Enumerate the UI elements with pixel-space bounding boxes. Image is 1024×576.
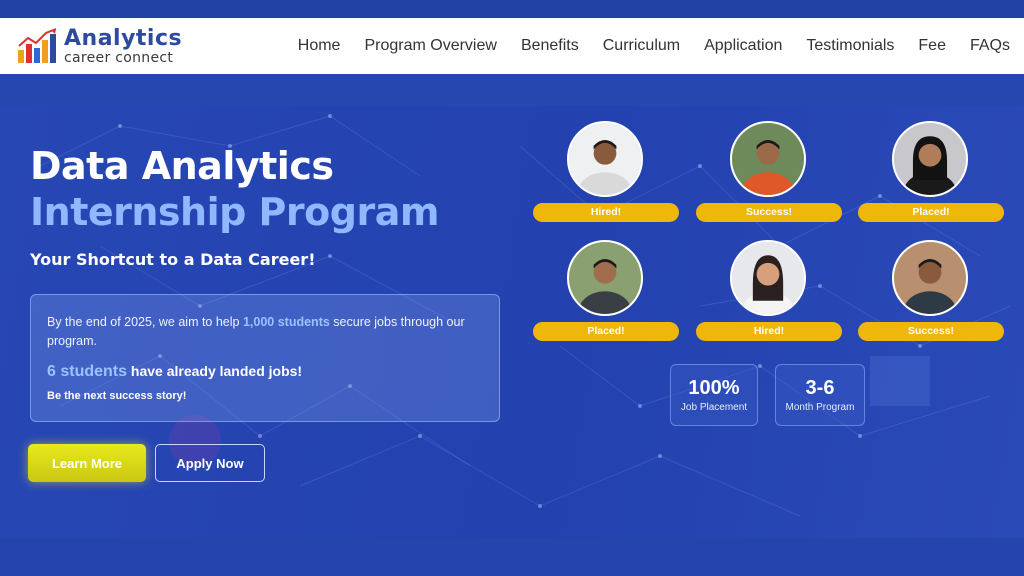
stat-program-duration: 3-6 Month Program: [775, 364, 865, 426]
brand-logo[interactable]: Analytics career connect: [16, 24, 186, 68]
apply-now-button[interactable]: Apply Now: [155, 444, 265, 482]
nav-fee[interactable]: Fee: [918, 37, 946, 55]
goal-text: By the end of 2025, we aim to help 1,000…: [47, 313, 487, 351]
nav-curriculum[interactable]: Curriculum: [603, 37, 680, 55]
student-card: Placed!: [532, 240, 680, 348]
student-card: Placed!: [857, 121, 1005, 229]
hero-title-line2: Internship Program: [30, 190, 439, 234]
stat-value: 100%: [688, 377, 740, 399]
stat-job-placement: 100% Job Placement: [670, 364, 758, 426]
status-badge: Hired!: [696, 322, 842, 341]
student-card: Hired!: [695, 240, 843, 348]
nav-home[interactable]: Home: [298, 37, 341, 55]
program-info-box: By the end of 2025, we aim to help 1,000…: [30, 294, 500, 422]
hero-section: Data Analytics Internship Program Your S…: [0, 106, 1024, 538]
student-photo: [730, 121, 806, 197]
learn-more-button[interactable]: Learn More: [28, 444, 146, 482]
stat-value: 3-6: [805, 377, 835, 399]
status-badge: Placed!: [533, 322, 679, 341]
brand-title: Analytics: [64, 26, 183, 51]
student-card: Hired!: [532, 121, 680, 229]
navbar: Analytics career connect Home Program Ov…: [0, 18, 1024, 74]
hero-bottom-band: [0, 538, 1024, 576]
nav-application[interactable]: Application: [704, 37, 782, 55]
bar-chart-logo-icon: [18, 28, 57, 63]
hero-top-band: [0, 74, 1024, 106]
stat-label: Month Program: [785, 402, 855, 413]
goal-highlight: 1,000 students: [242, 315, 330, 329]
student-card: Success!: [857, 240, 1005, 348]
student-card: Success!: [695, 121, 843, 229]
landed-text: have already landed jobs!: [127, 363, 303, 379]
goal-text-before: By the end of 2025, we aim to help: [47, 315, 243, 329]
nav-testimonials[interactable]: Testimonials: [806, 37, 894, 55]
main-nav: Home Program Overview Benefits Curriculu…: [298, 18, 1010, 74]
status-badge: Hired!: [533, 203, 679, 222]
status-badge: Success!: [696, 203, 842, 222]
status-badge: Success!: [858, 322, 1004, 341]
landed-jobs-text: 6 students have already landed jobs!: [47, 363, 302, 381]
nav-program-overview[interactable]: Program Overview: [364, 37, 496, 55]
stat-label: Job Placement: [680, 402, 748, 413]
status-badge: Placed!: [858, 203, 1004, 222]
student-photo: [892, 240, 968, 316]
hero-title-line1: Data Analytics: [30, 144, 334, 188]
top-strip: [0, 0, 1024, 18]
student-photo: [730, 240, 806, 316]
student-photo: [567, 121, 643, 197]
nav-benefits[interactable]: Benefits: [521, 37, 579, 55]
landed-count: 6 students: [47, 363, 128, 380]
hero-tagline: Your Shortcut to a Data Career!: [30, 250, 316, 269]
success-story-cta: Be the next success story!: [47, 390, 187, 402]
nav-faqs[interactable]: FAQs: [970, 37, 1010, 55]
student-photo: [567, 240, 643, 316]
brand-subtitle: career connect: [64, 50, 174, 66]
student-photo: [892, 121, 968, 197]
